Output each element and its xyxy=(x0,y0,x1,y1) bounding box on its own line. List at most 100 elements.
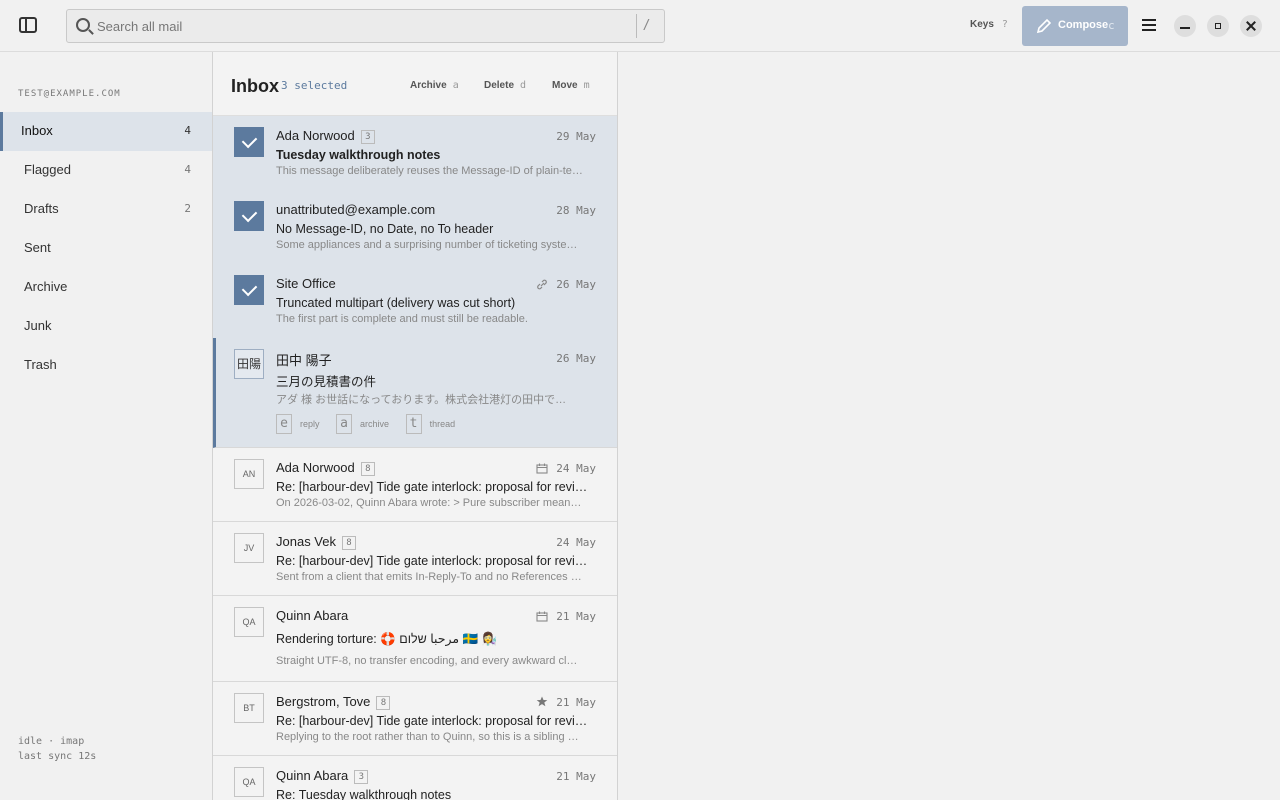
compose-button[interactable]: Compose c xyxy=(1022,6,1128,46)
message-snippet: アダ 様 お世話になっております。株式会社港灯の田中で… xyxy=(276,394,567,406)
attachment-link-icon xyxy=(537,279,547,290)
star-icon[interactable] xyxy=(536,696,548,707)
calendar-icon xyxy=(536,463,548,474)
message-row[interactable]: BT Bergstrom, Tove 8 21 May Re: [harbour-… xyxy=(213,682,617,756)
menu-icon[interactable] xyxy=(1142,19,1156,31)
thread-count-badge: 8 xyxy=(376,696,391,710)
archive-button[interactable]: Archive a xyxy=(410,80,459,91)
message-row[interactable]: JV Jonas Vek 8 24 May Re: [harbour-dev] T… xyxy=(213,522,617,596)
folder-name: Flagged xyxy=(24,162,71,177)
message-sender: 田中 陽子 xyxy=(276,353,332,368)
selected-count: 3 selected xyxy=(281,79,348,92)
sidebar-toggle-icon[interactable] xyxy=(19,17,37,33)
message-sender: Ada Norwood 3 xyxy=(276,128,375,144)
message-sender: Ada Norwood 8 xyxy=(276,460,375,476)
page-title: Inbox xyxy=(231,76,279,96)
sidebar: TEST@EXAMPLE.COM Inbox 4 Flagged 4 Draft… xyxy=(0,52,212,800)
sync-status-line: idle · imap xyxy=(18,736,85,747)
minimize-window-icon[interactable] xyxy=(1174,15,1196,37)
search-box[interactable]: / xyxy=(66,9,665,43)
message-subject: Re: [harbour-dev] Tide gate interlock: p… xyxy=(276,714,588,728)
message-row[interactable]: Ada Norwood 3 29 May Tuesday walkthrough … xyxy=(213,116,617,190)
message-snippet: Replying to the root rather than to Quin… xyxy=(276,731,579,743)
message-date: 24 May xyxy=(556,536,596,549)
delete-button[interactable]: Delete d xyxy=(484,80,526,91)
search-shortcut-hint: / xyxy=(636,14,656,38)
thread-key[interactable]: t xyxy=(405,414,422,434)
message-sender: Quinn Abara xyxy=(276,608,349,623)
sync-status: idle · imap last sync 12s xyxy=(18,734,96,764)
sidebar-item-flagged[interactable]: Flagged 4 xyxy=(0,151,212,190)
avatar: BT xyxy=(234,693,264,723)
thread-count-badge: 3 xyxy=(354,770,369,784)
folder-name: Trash xyxy=(24,357,57,372)
maximize-window-icon[interactable] xyxy=(1207,15,1229,37)
folder-count: 2 xyxy=(184,202,191,215)
search-input[interactable] xyxy=(97,14,637,38)
compose-label: Compose xyxy=(1058,19,1109,31)
thread-count-badge: 8 xyxy=(342,536,356,550)
message-row[interactable]: AN Ada Norwood 8 24 May Re: [harbour-dev]… xyxy=(213,448,617,522)
close-window-icon[interactable] xyxy=(1240,15,1262,37)
message-subject: Rendering torture: 🛟 مرحبا שלום 🇸🇪 👩‍🔬 xyxy=(276,632,498,646)
message-date: 21 May xyxy=(556,770,596,783)
message-date: 26 May xyxy=(556,352,596,365)
compose-shortcut-hint: c xyxy=(1108,19,1115,32)
top-bar: / Keys? Compose c xyxy=(0,0,1280,52)
message-date: 26 May xyxy=(556,278,596,291)
message-date: 28 May xyxy=(556,204,596,217)
message-list: Inbox 3 selected Archive a Delete d Move m … xyxy=(212,52,618,800)
message-row[interactable]: Site Office 26 May Truncated multipart (… xyxy=(213,264,617,338)
message-subject: No Message-ID, no Date, no To header xyxy=(276,222,494,236)
message-sender: Bergstrom, Tove 8 xyxy=(276,694,391,710)
archive-key[interactable]: a xyxy=(336,414,353,434)
move-button[interactable]: Move m xyxy=(552,80,590,91)
sidebar-item-trash[interactable]: Trash xyxy=(0,346,212,385)
reply-hint-label: reply xyxy=(300,419,320,429)
message-row-focused[interactable]: 田陽 田中 陽子 26 May 三月の見積書の件 アダ 様 お世話になっておりま… xyxy=(213,338,617,448)
checkbox-checked-icon[interactable] xyxy=(234,201,264,231)
message-snippet: The first part is complete and must stil… xyxy=(276,313,528,325)
folder-name: Junk xyxy=(24,318,52,333)
message-snippet: This message deliberately reuses the Mes… xyxy=(276,165,583,177)
message-snippet: On 2026-03-02, Quinn Abara wrote: > Pure… xyxy=(276,497,582,509)
folder-name: Sent xyxy=(24,240,51,255)
sidebar-item-archive[interactable]: Archive xyxy=(0,268,212,307)
message-sender: Site Office xyxy=(276,276,336,291)
avatar: 田陽 xyxy=(234,349,264,379)
folder-list: Inbox 4 Flagged 4 Drafts 2 Sent Archive … xyxy=(0,112,212,385)
message-subject: Re: [harbour-dev] Tide gate interlock: p… xyxy=(276,554,588,568)
keys-button[interactable]: Keys? xyxy=(970,19,1008,30)
message-date: 21 May xyxy=(556,696,596,709)
calendar-icon xyxy=(536,611,548,622)
sidebar-item-junk[interactable]: Junk xyxy=(0,307,212,346)
message-subject: Re: [harbour-dev] Tide gate interlock: p… xyxy=(276,480,588,494)
message-subject: Re: Tuesday walkthrough notes xyxy=(276,788,452,800)
preview-pane xyxy=(618,52,1280,800)
keys-label: Keys xyxy=(970,19,994,30)
reply-key[interactable]: e xyxy=(276,414,292,434)
sidebar-item-sent[interactable]: Sent xyxy=(0,229,212,268)
message-rows: Ada Norwood 3 29 May Tuesday walkthrough … xyxy=(213,116,617,800)
avatar: AN xyxy=(234,459,264,489)
delete-label: Delete xyxy=(484,80,515,91)
message-subject: Truncated multipart (delivery was cut sh… xyxy=(276,296,516,310)
avatar: QA xyxy=(234,607,264,637)
sidebar-item-inbox[interactable]: Inbox 4 xyxy=(0,112,212,151)
message-subject: 三月の見積書の件 xyxy=(276,375,377,389)
avatar: QA xyxy=(234,767,264,797)
folder-name: Inbox xyxy=(21,123,53,138)
checkbox-checked-icon[interactable] xyxy=(234,275,264,305)
message-subject: Tuesday walkthrough notes xyxy=(276,148,441,162)
message-list-header: Inbox 3 selected Archive a Delete d Move m xyxy=(213,52,617,116)
checkbox-checked-icon[interactable] xyxy=(234,127,264,157)
message-date: 29 May xyxy=(556,130,596,143)
folder-name: Archive xyxy=(24,279,68,294)
folder-count: 4 xyxy=(184,163,191,176)
message-date: 21 May xyxy=(556,610,596,623)
message-row[interactable]: unattributed@example.com 28 May No Messa… xyxy=(213,190,617,264)
message-row[interactable]: QA Quinn Abara 21 May Rendering torture:… xyxy=(213,596,617,682)
message-row[interactable]: QA Quinn Abara 3 21 May Re: Tuesday walkt… xyxy=(213,756,617,800)
row-action-hints: e reply a archive t thread xyxy=(276,414,469,434)
sidebar-item-drafts[interactable]: Drafts 2 xyxy=(0,190,212,229)
